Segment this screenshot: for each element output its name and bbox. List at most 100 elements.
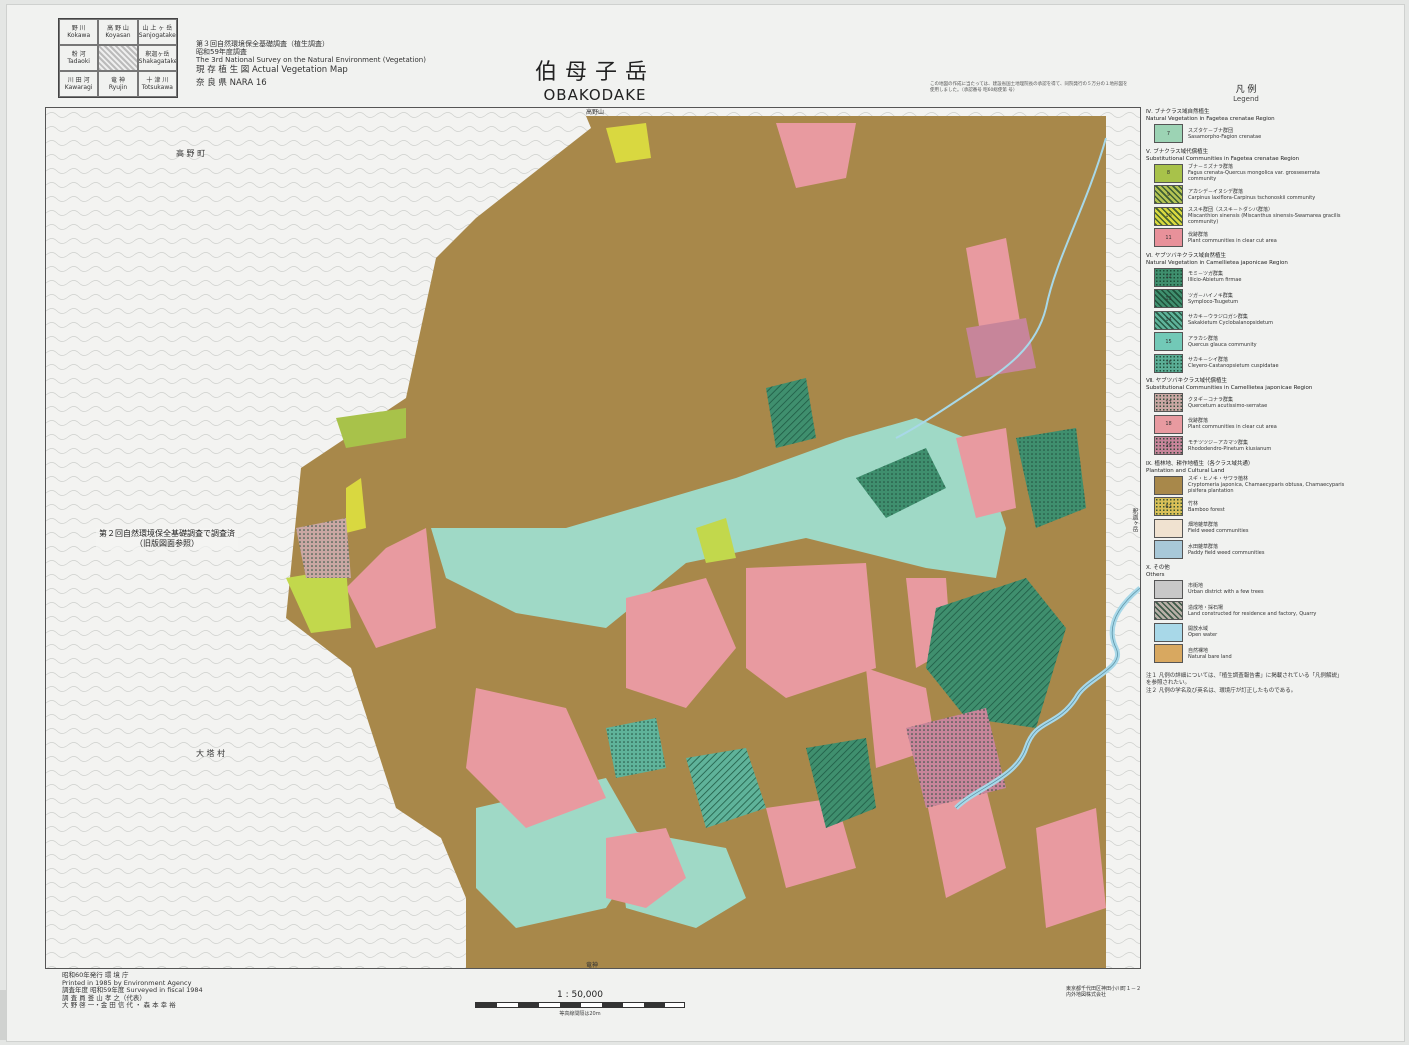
legend: 凡 例 Legend Ⅳ. ブナクラス域自然植生 Natural Vegetati…: [1146, 85, 1346, 695]
legend-item-en: Rhododendro-Pinetum kiusianum: [1188, 445, 1272, 452]
legend-title: 凡 例: [1235, 85, 1257, 95]
legend-item: 造成地・採石場 Land constructed for residence an…: [1146, 600, 1346, 622]
map-title-en: OBAKODAKE: [543, 86, 647, 104]
legend-swatch: 15: [1154, 332, 1183, 352]
survey-title: 第３回自然環境保全基礎調査（植生調査）: [196, 40, 329, 48]
legend-item: 8 ブナ－ミズナラ群落 Fagus crenata-Quercus mongolic…: [1146, 163, 1346, 185]
legend-body: Ⅳ. ブナクラス域自然植生 Natural Vegetation in Faget…: [1146, 109, 1346, 665]
legend-item: 市街地 Urban district with a few trees: [1146, 579, 1346, 601]
survey-fiscal: 昭和59年度調査: [196, 48, 247, 56]
legend-swatch: 19: [1154, 436, 1183, 456]
legend-swatch: [1154, 644, 1183, 664]
index-cell-sw: 川 田 河 Kawaragi: [59, 71, 99, 97]
legend-item-text: 畑地雑草群落 Field weed communities: [1188, 522, 1248, 534]
legend-item-text: 伐跡群落 Plant communities in clear cut area: [1188, 232, 1277, 244]
legend-item: 開放水域 Open water: [1146, 622, 1346, 644]
legend-group-heading: Ⅴ. ブナクラス域代償植生: [1146, 148, 1209, 155]
map-title-jp: 伯母子岳: [534, 60, 655, 85]
legend-group-heading-en: Substitutional Communities in Camelliete…: [1146, 385, 1313, 391]
edge-label-right: 釈迦ヶ岳: [1131, 508, 1138, 532]
legend-swatch: 17: [1154, 393, 1183, 413]
legend-swatch: [1154, 540, 1183, 560]
legend-swatch: 16: [1154, 353, 1183, 373]
legend-item: 7 スズタケ－ブナ群団 Sasamorpho-Fagion crenatae: [1146, 123, 1346, 145]
legend-swatch: [1154, 579, 1183, 599]
legend-item: 16 サカキ－シイ群落 Cleyero-Castanopsietum cuspida…: [1146, 353, 1346, 375]
legend-item-en: Cryptomeria japonica, Chamaecyparis obtu…: [1188, 482, 1345, 495]
scale-sub: 等高線間隔は20m: [559, 1011, 601, 1017]
legend-group-heading-en: Natural Vegetation in Camellietea japoni…: [1146, 259, 1288, 266]
legend-swatch: 12: [1154, 267, 1183, 287]
legend-group-heading-en: Substitutional Communities in Fagetea cr…: [1146, 155, 1300, 162]
legend-item-en: Sasamorpho-Fagion crenatae: [1188, 133, 1262, 140]
legend-group: Ⅵ. ヤブツバキクラス域自然植生 Natural Vegetation in Ca…: [1146, 253, 1346, 375]
region-label-lower: 大 塔 村: [196, 749, 226, 758]
region-label-upper: 高 野 町: [176, 149, 206, 158]
legend-item: 14 サカキ－ウラジロガシ群集 Sakakietum Cyclobalanopsid…: [1146, 310, 1346, 332]
legend-item-en: Fagus crenata-Quercus mongolica var. gro…: [1188, 170, 1320, 183]
legend-item-text: スズタケ－ブナ群団 Sasamorpho-Fagion crenatae: [1188, 128, 1261, 140]
legend-group-heading-en: Others: [1146, 571, 1165, 578]
legend-swatch: 8: [1154, 163, 1183, 183]
legend-item-en: Carpinus laxiflora-Carpinus tschonoskii …: [1188, 194, 1316, 201]
legend-note-2: 注２ 凡例の学名及び英名は、環境庁が訂正したものである。: [1146, 687, 1297, 694]
legend-item-jp: ツガ－ハイノキ群集: [1188, 292, 1233, 299]
legend-swatch: 9: [1154, 185, 1183, 205]
legend-group: Ⅶ. ヤブツバキクラス域代償植生 Substitutional Communiti…: [1146, 378, 1346, 457]
legend-item-text: クヌギ－コナラ群集 Quercetum acutissimo-serratae: [1188, 397, 1267, 409]
legend-item-en: Quercus glauca community: [1188, 341, 1257, 348]
edge-label-bottom: 竜神: [586, 962, 599, 969]
legend-item-text: 開放水域 Open water: [1188, 626, 1217, 638]
legend-swatch: 18: [1154, 414, 1183, 434]
legend-group-heading: Ⅵ. ヤブツバキクラス域自然植生: [1146, 252, 1226, 259]
survey-title-en: The 3rd National Survey on the Natural E…: [196, 56, 426, 64]
legend-item-text: アラカシ群落 Quercus glauca community: [1188, 336, 1257, 348]
legend-group-heading-en: Natural Vegetation in Fagetea crenatae R…: [1146, 116, 1275, 122]
index-map-grid: 野 川 Kokawa 高 野 山 Koyasan 山 上 ヶ 岳 Sanjogatak…: [58, 18, 178, 98]
legend-group-heading: Ⅳ. ブナクラス域自然植生: [1146, 109, 1210, 115]
index-cell-nw: 野 川 Kokawa: [59, 19, 99, 45]
legend-swatch: 13: [1154, 289, 1183, 309]
legend-group-heading-en: Plantation and Cultural Land: [1146, 467, 1225, 474]
legend-item: スギ・ヒノキ・サワラ植林 Cryptomeria japonica, Chamae…: [1146, 475, 1346, 497]
publisher: 東京都千代田区神田小川町１－２ 内外地図株式会社: [1066, 986, 1142, 998]
legend-swatch: 14: [1154, 310, 1183, 330]
legend-item: 10 ススキ群団（ススキ－トダシバ群落） Miscanthion sinensis …: [1146, 206, 1346, 228]
legend-item-en: Sakakietum Cyclobalanopsidetum: [1188, 320, 1274, 327]
index-cell-n: 高 野 山 Koyasan: [98, 19, 138, 45]
legend-item-text: ススキ群団（ススキ－トダシバ群落） Miscanthion sinensis (M…: [1188, 207, 1346, 225]
legend-item-en: Miscanthion sinensis (Miscanthus sinensi…: [1188, 213, 1341, 226]
legend-item-text: 市街地 Urban district with a few trees: [1188, 583, 1264, 595]
legend-item: 12 モミ－ツガ群集 Illicio-Abietum firmae: [1146, 267, 1346, 289]
legend-swatch: [1154, 622, 1183, 642]
index-cell-current: [98, 45, 138, 71]
index-cell-s: 竜 神 Ryujin: [98, 71, 138, 97]
legend-item-en: Paddy field weed communities: [1188, 549, 1265, 556]
legend-group: Ⅹ. その他 Others 市街地 Urban district with a few…: [1146, 565, 1346, 665]
legend-item-text: モミ－ツガ群集 Illicio-Abietum firmae: [1188, 271, 1241, 283]
legend-item-en: Quercetum acutissimo-serratae: [1188, 402, 1268, 409]
scale-bar-graphic: [475, 1002, 685, 1008]
legend-item-en: Urban district with a few trees: [1188, 589, 1264, 596]
legend-note-1: 注１ 凡例の詳細については、「植生調査報告書」に掲載されている「凡例解説」を参照…: [1146, 672, 1343, 686]
map-header: 第３回自然環境保全基礎調査（植生調査） 昭和59年度調査 The 3rd Nat…: [196, 40, 426, 90]
legend-swatch: 62: [1154, 497, 1183, 517]
legend-item-text: 造成地・採石場 Land constructed for residence an…: [1188, 605, 1316, 617]
legend-item-text: アカシデ－イヌシデ群落 Carpinus laxiflora-Carpinus t…: [1188, 189, 1315, 201]
print-info: 昭和60年発行 環 境 庁 Printed in 1985 by Environ…: [62, 971, 203, 1010]
legend-item: 13 ツガ－ハイノキ群集 Symploco-Tsugetum: [1146, 288, 1346, 310]
legend-item-text: 水田雑草群落 Paddy field weed communities: [1188, 544, 1264, 556]
legend-item-text: 伐跡群落 Plant communities in clear cut area: [1188, 418, 1277, 430]
sheet-id: 奈 良 県 NARA 16: [196, 78, 267, 88]
legend-item: 11 伐跡群落 Plant communities in clear cut are…: [1146, 227, 1346, 249]
map-type: 現 存 植 生 図 Actual Vegetation Map: [196, 65, 348, 75]
legend-group-heading: Ⅶ. ヤブツバキクラス域代償植生: [1146, 378, 1228, 384]
index-cell-e: 釈迦ヶ岳 Shakagatake: [137, 45, 177, 71]
legend-title-en: Legend: [1233, 95, 1259, 103]
legend-item-en: Field weed communities: [1188, 528, 1249, 535]
legend-group: Ⅳ. ブナクラス域自然植生 Natural Vegetation in Faget…: [1146, 109, 1346, 145]
index-cell-se: 十 津 川 Totsukawa: [137, 71, 177, 97]
legend-item-en: Bamboo forest: [1188, 506, 1225, 513]
legend-group: Ⅴ. ブナクラス域代償植生 Substitutional Communities …: [1146, 149, 1346, 249]
print-line-5: 大 野 啓 一・金 田 信 代 ・ 森 本 幸 裕: [62, 1001, 176, 1009]
